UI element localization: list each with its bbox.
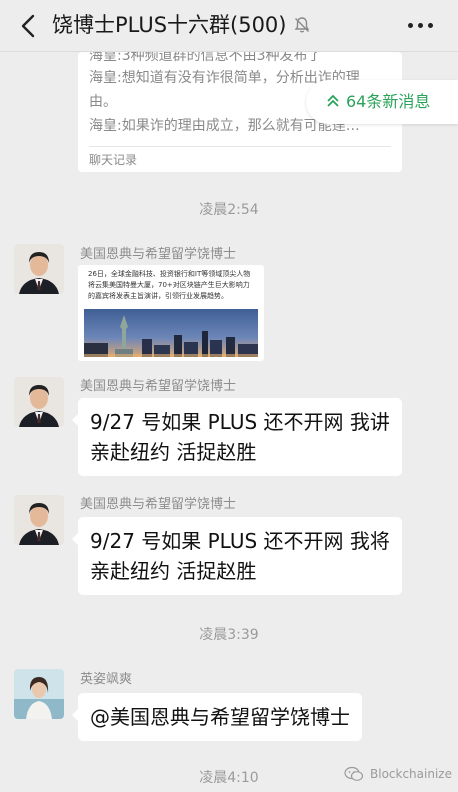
- avatar[interactable]: [14, 495, 64, 545]
- chat-record-line: 海皇:3种频道群的信息不由3种发布了: [89, 52, 322, 64]
- sender-name: 美国恩典与希望留学饶博士: [80, 497, 237, 512]
- message-bubble[interactable]: 9/27 号如果 PLUS 还不开网 我将 亲赴纽约 活捉赵胜: [72, 517, 402, 595]
- double-chevron-up-icon: [324, 92, 342, 110]
- message-bubble[interactable]: 9/27 号如果 PLUS 还不开网 我讲 亲赴纽约 活捉赵胜: [72, 398, 402, 476]
- wechat-icon: [344, 766, 364, 782]
- new-york-skyline-image: [84, 309, 258, 357]
- message-text-line: 亲赴纽约 活捉赵胜: [90, 559, 257, 583]
- sender-name: 美国恩典与希望留学饶博士: [80, 379, 237, 394]
- image-caption: 26日，全球金融科技、投资银行和IT等领域顶尖人物将云集美国特曼大厦，70+对区…: [88, 270, 251, 300]
- avatar[interactable]: [14, 669, 64, 719]
- chat-header: 饶博士PLUS十六群(500): [0, 0, 458, 52]
- sender-name: 英姿飒爽: [80, 672, 133, 687]
- new-messages-label: 64条新消息: [346, 92, 431, 111]
- image-message[interactable]: 26日，全球金融科技、投资银行和IT等领域顶尖人物将云集美国特曼大厦，70+对区…: [78, 265, 264, 361]
- back-chevron-left-icon[interactable]: [18, 13, 40, 39]
- timestamp: 凌晨3:39: [199, 627, 259, 643]
- message-text-line: 9/27 号如果 PLUS 还不开网 我将: [90, 529, 390, 553]
- message-bubble[interactable]: @美国恩典与希望留学饶博士: [72, 693, 362, 741]
- message-text-line: @美国恩典与希望留学饶博士: [90, 705, 350, 729]
- divider: [89, 146, 391, 147]
- more-dots-icon[interactable]: [406, 13, 436, 37]
- message-text-line: 亲赴纽约 活捉赵胜: [90, 440, 257, 464]
- message-text-line: 9/27 号如果 PLUS 还不开网 我讲: [90, 410, 390, 434]
- chat-title[interactable]: 饶博士PLUS十六群(500): [52, 11, 287, 39]
- chat-record-label: 聊天记录: [89, 153, 138, 167]
- avatar[interactable]: [14, 377, 64, 427]
- timestamp: 凌晨2:54: [199, 202, 259, 218]
- watermark-text: Blockchainize: [370, 767, 452, 781]
- sender-name: 美国恩典与希望留学饶博士: [80, 247, 237, 262]
- avatar[interactable]: [14, 244, 64, 294]
- bell-off-icon: [293, 16, 311, 34]
- new-messages-button[interactable]: 64条新消息: [306, 80, 458, 124]
